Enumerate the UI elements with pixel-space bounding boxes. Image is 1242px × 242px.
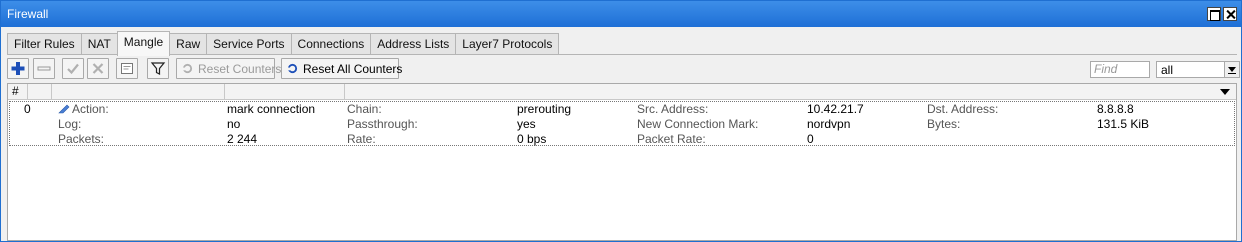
field-value-chain: prerouting [517, 102, 572, 116]
reset-icon [182, 63, 193, 74]
tab-filter-rules[interactable]: Filter Rules [7, 33, 82, 55]
column-header-number[interactable]: # [8, 84, 28, 99]
maximize-icon[interactable] [1207, 7, 1221, 21]
tab-layer7-protocols[interactable]: Layer7 Protocols [455, 33, 560, 55]
field-label-log: Log: [58, 117, 82, 131]
field-label-packet-rate: Packet Rate: [637, 132, 706, 146]
field-value-passthrough: yes [517, 117, 536, 131]
reset-counters-label: Reset Counters [198, 62, 282, 76]
pencil-icon [58, 104, 70, 114]
row-number: 0 [24, 102, 31, 116]
add-button[interactable] [7, 58, 29, 79]
toolbar: Reset Counters Reset All Counters Find a… [7, 58, 1240, 80]
field-label-dst-address: Dst. Address: [927, 102, 999, 116]
field-value-bytes: 131.5 KiB [1097, 117, 1150, 131]
field-label-src-address: Src. Address: [637, 102, 709, 116]
column-header-extra[interactable] [225, 84, 345, 99]
field-label-new-connection-mark: New Connection Mark: [637, 117, 759, 131]
reset-counters-button[interactable]: Reset Counters [176, 58, 281, 79]
firewall-window: Firewall Filter Rules NAT Mangle Raw Ser… [0, 0, 1242, 242]
plus-icon [11, 62, 25, 75]
comment-button[interactable] [116, 58, 138, 79]
column-menu-arrow-icon[interactable] [1220, 89, 1230, 95]
field-label-rate: Rate: [347, 132, 376, 146]
x-icon [92, 63, 104, 74]
reset-all-icon [287, 63, 298, 74]
field-value-packet-rate: 0 [807, 132, 814, 146]
tab-bar: Filter Rules NAT Mangle Raw Service Port… [7, 31, 560, 56]
field-label-packets: Packets: [58, 132, 105, 146]
find-input[interactable]: Find [1090, 61, 1150, 78]
tab-address-lists[interactable]: Address Lists [370, 33, 457, 55]
tab-nat[interactable]: NAT [80, 33, 118, 55]
field-value-packets: 2 244 [227, 132, 258, 146]
tab-divider [7, 54, 1237, 55]
field-label-bytes: Bytes: [927, 117, 961, 131]
field-value-action: mark connection [227, 102, 316, 116]
remove-button[interactable] [33, 58, 55, 79]
field-value-dst-address: 8.8.8.8 [1097, 102, 1134, 116]
column-header-flags[interactable] [28, 84, 52, 99]
disable-button[interactable] [87, 58, 109, 79]
field-value-log: no [227, 117, 241, 131]
filter-select-value: all [1161, 63, 1174, 77]
field-label-passthrough: Passthrough: [347, 117, 418, 131]
field-value-new-connection-mark: nordvpn [807, 117, 851, 131]
tab-mangle[interactable]: Mangle [116, 31, 171, 56]
reset-all-counters-button[interactable]: Reset All Counters [281, 58, 403, 79]
column-header-comment[interactable] [52, 84, 225, 99]
reset-all-counters-label: Reset All Counters [303, 62, 403, 76]
window-title: Firewall [7, 7, 49, 21]
field-value-rate: 0 bps [517, 132, 547, 146]
tab-connections[interactable]: Connections [290, 33, 372, 55]
table-row[interactable]: 0 Action: mark connection Chain: prerout… [9, 101, 1235, 146]
enable-button[interactable] [62, 58, 84, 79]
title-bar[interactable]: Firewall [1, 1, 1241, 27]
funnel-icon [150, 62, 166, 75]
field-label-action: Action: [58, 102, 109, 117]
field-label-chain: Chain: [347, 102, 382, 116]
minus-icon [37, 66, 51, 71]
tab-raw[interactable]: Raw [169, 33, 208, 55]
filter-button[interactable] [147, 58, 169, 79]
close-icon[interactable] [1223, 7, 1237, 21]
dropdown-arrow-icon[interactable] [1224, 62, 1239, 77]
check-icon [67, 63, 79, 75]
table-header: # [8, 84, 1236, 100]
field-value-src-address: 10.42.21.7 [807, 102, 864, 116]
rules-table: # 0 Action: mark connection Chain: prero… [7, 83, 1237, 241]
tab-service-ports[interactable]: Service Ports [206, 33, 292, 55]
note-icon [121, 63, 133, 74]
filter-select[interactable]: all [1156, 61, 1240, 78]
